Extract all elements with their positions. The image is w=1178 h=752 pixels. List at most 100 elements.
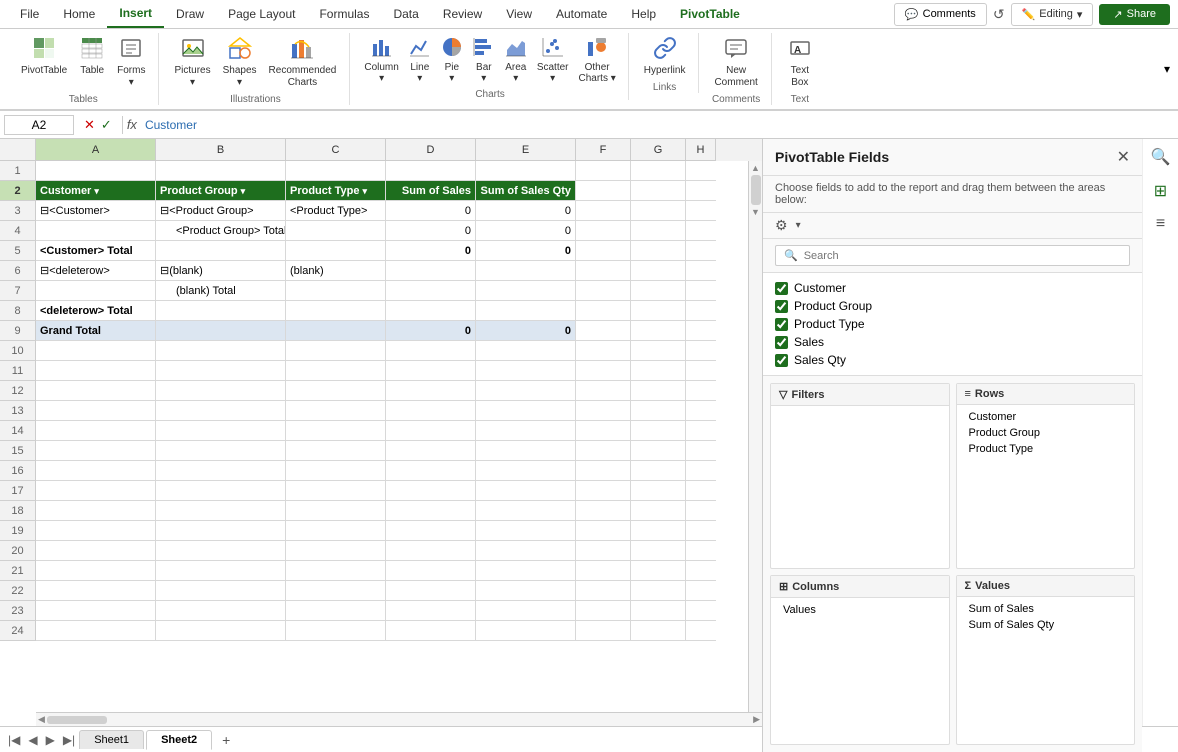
pivot-row-item-product-group[interactable]: Product Group <box>965 425 1127 441</box>
scroll-right-icon[interactable]: ▶ <box>751 714 762 725</box>
cell-b1[interactable] <box>156 161 286 181</box>
cell-f7[interactable] <box>576 281 631 301</box>
cell-b8[interactable] <box>156 301 286 321</box>
tab-home[interactable]: Home <box>51 1 107 27</box>
cell-d2[interactable]: Sum of Sales <box>386 181 476 201</box>
tab-view[interactable]: View <box>494 1 544 27</box>
sheet-nav-prev[interactable]: ◀ <box>24 733 41 747</box>
pivot-panel-close-button[interactable]: ✕ <box>1117 147 1130 167</box>
cell-h5[interactable] <box>686 241 716 261</box>
pictures-button[interactable]: Pictures▾ <box>169 33 215 92</box>
cell-c5[interactable] <box>286 241 386 261</box>
cell-e1[interactable] <box>476 161 576 181</box>
cell-a9[interactable]: Grand Total <box>36 321 156 341</box>
cell-d1[interactable] <box>386 161 476 181</box>
cell-g6[interactable] <box>631 261 686 281</box>
col-header-b[interactable]: B <box>156 139 286 161</box>
row-header-21[interactable]: 21 <box>0 561 36 581</box>
cell-e2[interactable]: Sum of Sales Qty <box>476 181 576 201</box>
cell-d4[interactable]: 0 <box>386 221 476 241</box>
cell-a5[interactable]: <Customer> Total <box>36 241 156 261</box>
row-header-11[interactable]: 11 <box>0 361 36 381</box>
row-header-6[interactable]: 6 <box>0 261 36 281</box>
row-header-3[interactable]: 3 <box>0 201 36 221</box>
cell-h6[interactable] <box>686 261 716 281</box>
pivot-settings-icon[interactable]: ⚙ <box>775 217 788 234</box>
cell-d8[interactable] <box>386 301 476 321</box>
cell-h1[interactable] <box>686 161 716 181</box>
share-button[interactable]: ↗ Share <box>1099 4 1170 25</box>
row-header-20[interactable]: 20 <box>0 541 36 561</box>
cell-c2[interactable]: Product Type ▾ <box>286 181 386 201</box>
row-header-22[interactable]: 22 <box>0 581 36 601</box>
pivot-row-item-product-type[interactable]: Product Type <box>965 441 1127 457</box>
tab-data[interactable]: Data <box>381 1 430 27</box>
col-header-a[interactable]: A <box>36 139 156 161</box>
cell-h7[interactable] <box>686 281 716 301</box>
row-header-7[interactable]: 7 <box>0 281 36 301</box>
cell-f8[interactable] <box>576 301 631 321</box>
shapes-button[interactable]: Shapes▾ <box>218 33 262 92</box>
row-header-24[interactable]: 24 <box>0 621 36 641</box>
add-sheet-button[interactable]: + <box>214 729 238 751</box>
tab-formulas[interactable]: Formulas <box>307 1 381 27</box>
tab-review[interactable]: Review <box>431 1 494 27</box>
pivot-settings-arrow-icon[interactable]: ▾ <box>796 220 801 231</box>
pie-chart-button[interactable]: Pie▾ <box>437 33 467 87</box>
cell-a2[interactable]: Customer ▾ <box>36 181 156 201</box>
cell-g7[interactable] <box>631 281 686 301</box>
ribbon-expand-icon[interactable]: ▾ <box>1164 62 1170 76</box>
tab-draw[interactable]: Draw <box>164 1 216 27</box>
cell-g3[interactable] <box>631 201 686 221</box>
cell-c8[interactable] <box>286 301 386 321</box>
cell-f3[interactable] <box>576 201 631 221</box>
new-comment-button[interactable]: NewComment <box>709 33 762 92</box>
cell-b4[interactable]: <Product Group> Total <box>156 221 286 241</box>
vertical-scrollbar[interactable]: ▲ ▼ <box>748 161 762 712</box>
row-header-5[interactable]: 5 <box>0 241 36 261</box>
cell-c7[interactable] <box>286 281 386 301</box>
scroll-thumb-h[interactable] <box>47 716 107 724</box>
tab-pivottable[interactable]: PivotTable <box>668 1 752 27</box>
cancel-formula-icon[interactable]: ✕ <box>84 117 95 133</box>
tab-insert[interactable]: Insert <box>107 0 164 28</box>
cell-e5[interactable]: 0 <box>476 241 576 261</box>
tab-page-layout[interactable]: Page Layout <box>216 1 307 27</box>
cell-e7[interactable] <box>476 281 576 301</box>
column-chart-button[interactable]: Column▾ <box>360 33 402 87</box>
comments-button[interactable]: 💬 Comments <box>894 3 987 26</box>
sheet-tab-sheet2[interactable]: Sheet2 <box>146 730 212 750</box>
col-header-f[interactable]: F <box>576 139 631 161</box>
cell-g9[interactable] <box>631 321 686 341</box>
scroll-thumb-v[interactable] <box>751 175 761 205</box>
hyperlink-button[interactable]: Hyperlink <box>639 33 691 80</box>
col-header-c[interactable]: C <box>286 139 386 161</box>
scatter-chart-button[interactable]: Scatter▾ <box>533 33 573 87</box>
cell-a7[interactable] <box>36 281 156 301</box>
cell-g4[interactable] <box>631 221 686 241</box>
cell-a1[interactable] <box>36 161 156 181</box>
cell-g5[interactable] <box>631 241 686 261</box>
cell-d7[interactable] <box>386 281 476 301</box>
cell-d3[interactable]: 0 <box>386 201 476 221</box>
pivot-row-item-customer[interactable]: Customer <box>965 409 1127 425</box>
cell-c1[interactable] <box>286 161 386 181</box>
cell-c3[interactable]: <Product Type> <box>286 201 386 221</box>
undo-icon[interactable]: ↺ <box>993 6 1005 23</box>
field-checkbox-sales[interactable] <box>775 336 788 349</box>
search-side-icon[interactable]: 🔍 <box>1151 147 1171 167</box>
row-header-17[interactable]: 17 <box>0 481 36 501</box>
row-header-2[interactable]: 2 <box>0 181 36 201</box>
col-header-g[interactable]: G <box>631 139 686 161</box>
row-header-18[interactable]: 18 <box>0 501 36 521</box>
tab-automate[interactable]: Automate <box>544 1 619 27</box>
row-header-13[interactable]: 13 <box>0 401 36 421</box>
cell-g2[interactable] <box>631 181 686 201</box>
cell-h4[interactable] <box>686 221 716 241</box>
formula-input[interactable]: Customer <box>141 116 1174 134</box>
col-header-d[interactable]: D <box>386 139 476 161</box>
cell-e9[interactable]: 0 <box>476 321 576 341</box>
cell-d5[interactable]: 0 <box>386 241 476 261</box>
editing-button[interactable]: ✏️ Editing ▾ <box>1011 3 1094 26</box>
pivot-column-item-values[interactable]: Values <box>779 602 941 618</box>
